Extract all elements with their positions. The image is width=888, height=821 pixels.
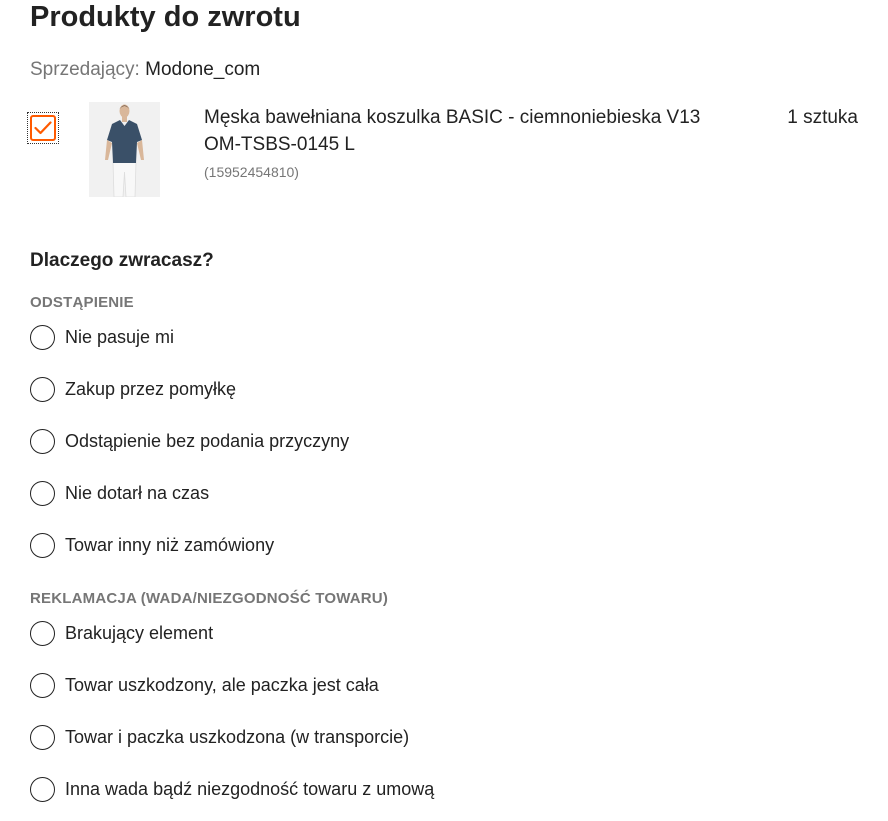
group-label-withdrawal: ODSTĄPIENIE	[30, 294, 134, 311]
reason-option-missing-element[interactable]: Brakujący element	[30, 620, 213, 646]
seller-name: Modone_com	[145, 59, 261, 80]
radio-icon[interactable]	[30, 620, 55, 646]
checkbox-checked-icon	[30, 115, 56, 141]
reason-option-label: Brakujący element	[65, 622, 214, 643]
reason-option-no-reason[interactable]: Odstąpienie bez podania przyczyny	[30, 428, 349, 454]
reason-option-label: Towar inny niż zamówiony	[65, 534, 275, 555]
radio-icon[interactable]	[30, 776, 55, 802]
seller-label: Sprzedający:	[30, 59, 146, 80]
reason-option-label: Zakup przez pomyłkę	[65, 378, 237, 399]
radio-icon[interactable]	[30, 532, 55, 558]
reason-option-different-item[interactable]: Towar inny niż zamówiony	[30, 532, 274, 558]
radio-icon[interactable]	[30, 376, 55, 402]
page-title: Produkty do zwrotu	[30, 1, 301, 33]
product-checkbox[interactable]	[27, 112, 59, 144]
radio-icon[interactable]	[30, 480, 55, 506]
product-id: (15952454810)	[204, 164, 299, 180]
reason-option-label: Nie pasuje mi	[65, 326, 175, 347]
radio-icon[interactable]	[30, 428, 55, 454]
reason-option-label: Towar uszkodzony, ale paczka jest cała	[65, 674, 379, 695]
group-label-complaint: REKLAMACJA (WADA/NIEZGODNOŚĆ TOWARU)	[30, 590, 389, 607]
reason-option-late-delivery[interactable]: Nie dotarł na czas	[30, 480, 209, 506]
radio-icon[interactable]	[30, 672, 55, 698]
reason-option-label: Inna wada bądź niezgodność towaru z umow…	[65, 778, 435, 799]
reason-option-label: Nie dotarł na czas	[65, 482, 210, 503]
product-row: Męska bawełniana koszulka BASIC - ciemno…	[0, 100, 888, 200]
reason-option-damaged-in-transport[interactable]: Towar i paczka uszkodzona (w transporcie…	[30, 724, 409, 750]
reason-option-purchased-by-mistake[interactable]: Zakup przez pomyłkę	[30, 376, 236, 402]
radio-icon[interactable]	[30, 324, 55, 350]
radio-icon[interactable]	[30, 724, 55, 750]
reason-option-label: Odstąpienie bez podania przyczyny	[65, 430, 350, 451]
return-reason-question: Dlaczego zwracasz?	[30, 250, 214, 271]
reason-option-other-defect[interactable]: Inna wada bądź niezgodność towaru z umow…	[30, 776, 434, 802]
reason-option-label: Towar i paczka uszkodzona (w transporcie…	[65, 726, 410, 747]
product-quantity: 1 sztuka	[787, 107, 858, 128]
product-name[interactable]: Męska bawełniana koszulka BASIC - ciemno…	[204, 104, 724, 158]
seller-info: Sprzedający: Modone_com	[30, 58, 260, 82]
product-image[interactable]	[89, 102, 160, 197]
reason-option-does-not-fit[interactable]: Nie pasuje mi	[30, 324, 174, 350]
reason-option-item-damaged[interactable]: Towar uszkodzony, ale paczka jest cała	[30, 672, 379, 698]
tshirt-model-icon	[89, 102, 160, 197]
